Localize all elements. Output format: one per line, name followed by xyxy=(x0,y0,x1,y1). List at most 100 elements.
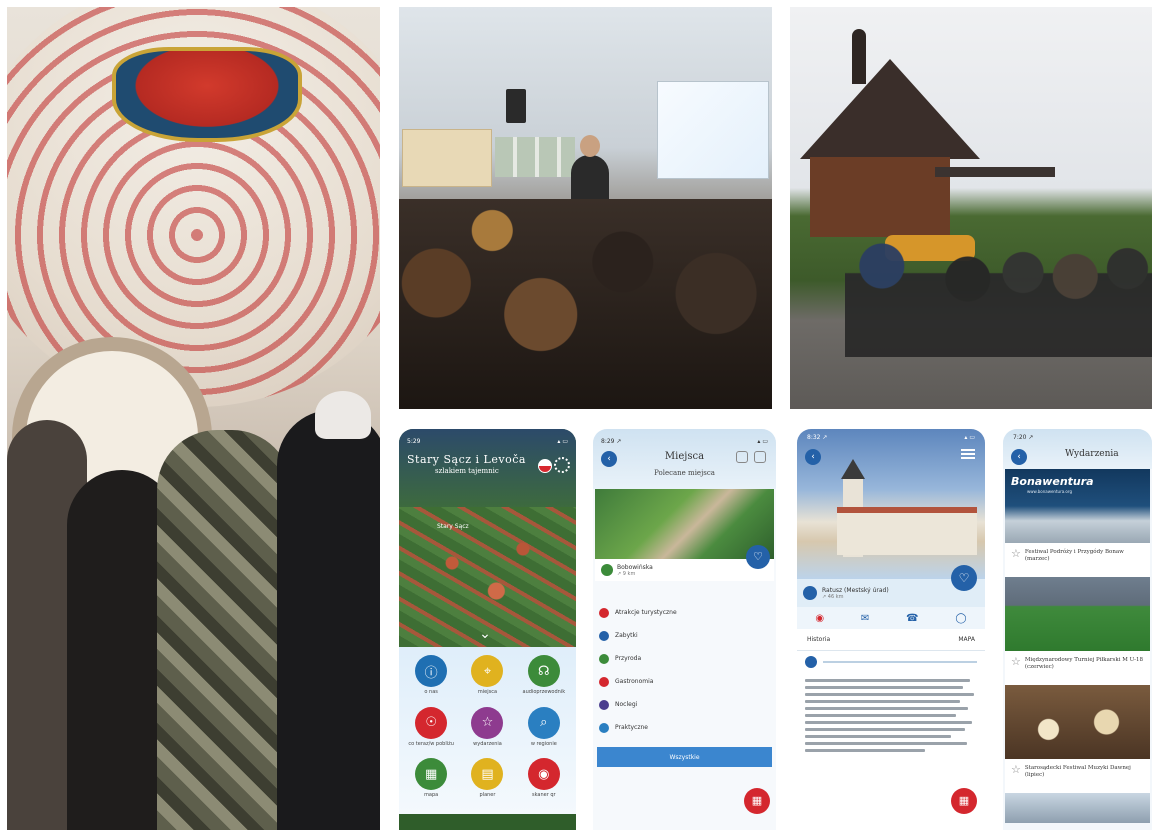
hamburger-icon[interactable] xyxy=(961,449,975,459)
event-title: Starosądecki Festiwal Muzyki Dawnej (lip… xyxy=(1024,765,1131,778)
back-icon[interactable]: ‹ xyxy=(805,449,821,465)
menu-item[interactable]: ▤ planer xyxy=(459,758,515,806)
category-item[interactable]: Gastronomia xyxy=(599,670,772,693)
menu-item[interactable]: ▦ mapa xyxy=(403,758,459,806)
globe-icon[interactable]: ◯ xyxy=(955,613,966,624)
category-dot-icon xyxy=(599,607,609,618)
category-item[interactable]: Atrakcje turystyczne xyxy=(599,601,772,624)
category-item[interactable]: Praktyczne xyxy=(599,716,772,739)
event-image-football[interactable] xyxy=(1005,577,1150,651)
category-label: Atrakcje turystyczne xyxy=(615,609,677,616)
location-pin-icon[interactable]: ◉ xyxy=(815,613,824,624)
audio-progress-track[interactable] xyxy=(823,661,977,663)
star-icon[interactable]: ☆ xyxy=(1011,764,1021,775)
map-fab-icon[interactable]: ▦ xyxy=(951,788,977,814)
projection-screen xyxy=(657,81,769,179)
map-icon[interactable]: ▦ xyxy=(415,758,448,791)
white-beanie xyxy=(315,391,371,439)
eye-icon[interactable]: ◉ xyxy=(527,758,560,791)
status-icons: ▴ ▭ xyxy=(757,437,768,445)
event-image-bonawentura[interactable]: Bonawentura www.bonawentura.org xyxy=(1005,469,1150,543)
menu-item-label: w regionie xyxy=(530,740,557,747)
category-dot-icon xyxy=(599,722,609,733)
heart-icon[interactable]: ♡ xyxy=(951,565,977,591)
status-icons: ▴ ▭ xyxy=(557,437,568,445)
back-icon[interactable]: ‹ xyxy=(1011,449,1027,465)
headphones-icon[interactable]: ☊ xyxy=(527,655,560,687)
shelter-roof xyxy=(935,167,1055,177)
text-line xyxy=(805,721,972,724)
menu-item-label: co teraz/w pobliżu xyxy=(408,740,454,747)
status-time: 8:29 ↗ xyxy=(601,437,622,445)
event-title: Festiwal Podróży i Przygódy Bonaw (marze… xyxy=(1024,549,1124,562)
heart-icon[interactable]: ♡ xyxy=(746,545,770,569)
aerial-label: Stary Sącz xyxy=(437,523,469,530)
menu-item-label: o nas xyxy=(424,689,438,695)
tab-history[interactable]: Historia xyxy=(807,636,830,643)
menu-item[interactable]: ◉ skaner qr xyxy=(516,758,572,806)
event-image-concert[interactable] xyxy=(1005,685,1150,759)
places-header: 8:29 ↗ ▴ ▭ ‹ Miejsca Polecane miejsca xyxy=(593,429,776,489)
menu-item[interactable]: ☆ wydarzenia xyxy=(459,706,515,755)
status-bar: 8:29 ↗ ▴ ▭ xyxy=(601,433,768,449)
text-line xyxy=(805,749,926,752)
gear-icon[interactable] xyxy=(554,457,570,473)
polish-flag-icon[interactable] xyxy=(538,459,552,473)
info-icon[interactable]: ⓘ xyxy=(415,655,448,687)
category-item[interactable]: Zabytki xyxy=(599,624,772,647)
category-item[interactable]: Przyroda xyxy=(599,647,772,670)
coat-of-arms-painting xyxy=(112,47,302,142)
category-list: Atrakcje turystyczne Zabytki Przyroda Gastr… xyxy=(593,581,776,739)
photo-painted-vaulted-hall xyxy=(7,7,380,830)
text-line xyxy=(805,707,969,710)
text-line xyxy=(805,735,952,738)
chevron-down-icon[interactable]: ⌄ xyxy=(473,625,497,643)
phone-icon[interactable] xyxy=(736,451,748,463)
town-hall-building xyxy=(837,507,977,555)
pin-icon[interactable]: ⌖ xyxy=(471,655,504,687)
event-row[interactable]: ☆ Międzynarodowy Turniej Piłkarski M U-1… xyxy=(1005,651,1150,685)
phone-screenshot-places: 8:29 ↗ ▴ ▭ ‹ Miejsca Polecane miejsca ♡ … xyxy=(593,429,776,830)
place-photo[interactable]: ♡ xyxy=(595,489,774,569)
compass-icon[interactable]: ☉ xyxy=(415,706,448,739)
church-spire xyxy=(852,29,866,84)
play-icon[interactable] xyxy=(805,656,817,668)
text-line xyxy=(805,742,967,745)
category-item[interactable]: Noclegi xyxy=(599,693,772,716)
tab-map[interactable]: MAPA xyxy=(958,636,975,643)
text-line xyxy=(805,728,965,731)
text-line xyxy=(805,714,957,717)
place-title-bar: Ratusz (Mestský úrad) ↗ 46 km ♡ xyxy=(797,565,985,607)
menu-item-label: miejsca xyxy=(477,689,498,695)
phone-icon[interactable]: ☎ xyxy=(906,613,918,624)
monument-icon xyxy=(803,586,817,600)
place-distance: ↗ 46 km xyxy=(822,593,844,600)
star-icon[interactable]: ☆ xyxy=(1011,656,1021,667)
event-row[interactable]: ☆ Starosądecki Festiwal Muzyki Dawnej (l… xyxy=(1005,759,1150,793)
menu-item[interactable]: ⓘ o nas xyxy=(403,655,459,703)
status-bar: 5:29 ▴ ▭ xyxy=(407,433,568,449)
event-row[interactable]: ☆ Festiwal Podróży i Przygódy Bonaw (mar… xyxy=(1005,543,1150,577)
mail-icon[interactable]: ✉ xyxy=(861,613,869,624)
menu-item[interactable]: ☊ audioprzewodnik xyxy=(516,655,572,703)
visitor xyxy=(277,410,380,830)
calendar-icon[interactable]: ▤ xyxy=(471,758,504,791)
page-title: Miejsca xyxy=(664,451,705,462)
all-button[interactable]: Wszystkie xyxy=(597,747,772,767)
wall-poster xyxy=(402,129,492,187)
menu-item[interactable]: ⌖ miejsca xyxy=(459,655,515,703)
menu-icon[interactable] xyxy=(754,451,766,463)
search-icon[interactable]: ⌕ xyxy=(527,706,560,739)
menu-item[interactable]: ⌕ w regionie xyxy=(516,706,572,755)
event-image-next[interactable] xyxy=(1005,793,1150,823)
phone-screenshot-events: 7:20 ↗ ‹ Wydarzenia Bonawentura www.bona… xyxy=(1003,429,1152,830)
map-fab-icon[interactable]: ▦ xyxy=(744,788,770,814)
wall-board xyxy=(495,137,575,177)
star-icon[interactable]: ☆ xyxy=(471,706,504,739)
category-label: Zabytki xyxy=(615,632,638,639)
category-label: Noclegi xyxy=(615,701,638,708)
menu-item[interactable]: ☉ co teraz/w pobliżu xyxy=(403,706,459,755)
audio-player xyxy=(797,651,985,673)
category-label: Praktyczne xyxy=(615,724,648,731)
star-icon[interactable]: ☆ xyxy=(1011,548,1021,559)
